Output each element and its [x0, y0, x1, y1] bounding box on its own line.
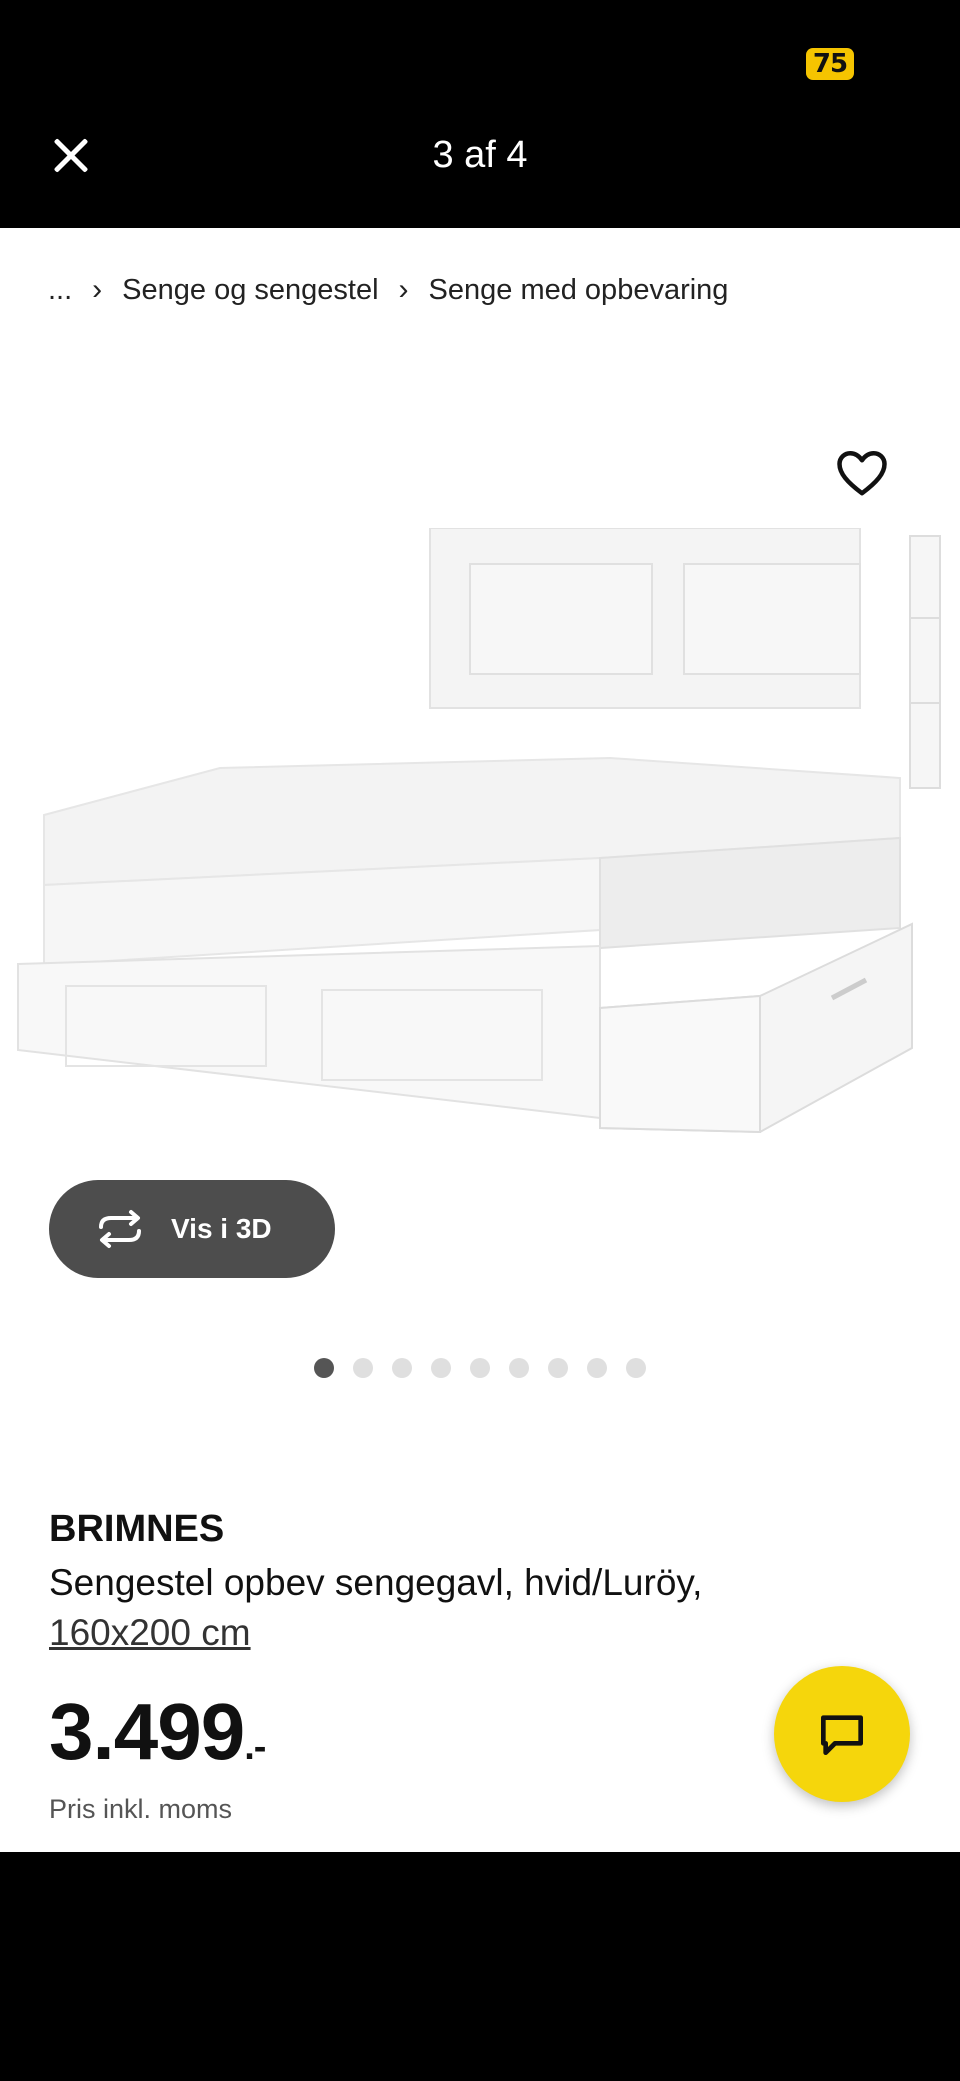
product-description-text: Sengestel opbev sengegavl, hvid/Luröy, — [49, 1562, 703, 1603]
breadcrumb: ... › Senge og sengestel › Senge med opb… — [48, 266, 728, 314]
image-counter: 3 af 4 — [432, 134, 528, 176]
pagination-dot[interactable] — [353, 1358, 373, 1378]
battery-indicator: 75 — [806, 48, 854, 80]
image-pagination-dots — [0, 1358, 960, 1378]
breadcrumb-ellipsis[interactable]: ... — [48, 274, 72, 307]
chevron-right-icon: › — [92, 273, 103, 306]
pagination-dot[interactable] — [626, 1358, 646, 1378]
product-image-bed — [17, 528, 941, 1134]
close-button[interactable] — [46, 130, 96, 180]
chevron-right-icon: › — [398, 273, 409, 306]
breadcrumb-item-beds[interactable]: Senge og sengestel — [122, 274, 378, 307]
pagination-dot[interactable] — [314, 1358, 334, 1378]
pagination-dot[interactable] — [470, 1358, 490, 1378]
product-panel: ... › Senge og sengestel › Senge med opb… — [0, 228, 960, 1852]
view-3d-label: Vis i 3D — [171, 1213, 272, 1244]
rotate-3d-icon — [99, 1210, 141, 1248]
pagination-dot[interactable] — [587, 1358, 607, 1378]
price-value: 3.499 — [49, 1687, 245, 1776]
viewer-header: 75 3 af 4 — [0, 0, 960, 228]
pagination-dot[interactable] — [509, 1358, 529, 1378]
breadcrumb-item-storage-beds[interactable]: Senge med opbevaring — [429, 274, 729, 307]
pagination-dot[interactable] — [548, 1358, 568, 1378]
pagination-dot[interactable] — [431, 1358, 451, 1378]
chat-bubble-icon — [821, 1715, 863, 1755]
price-suffix: .- — [244, 1726, 266, 1768]
price-note: Pris inkl. moms — [49, 1794, 233, 1824]
favorite-heart-icon[interactable] — [832, 442, 892, 502]
bottom-black-area — [0, 1852, 960, 2081]
product-description: Sengestel opbev sengegavl, hvid/Luröy, 1… — [49, 1558, 809, 1658]
product-brand: BRIMNES — [49, 1508, 225, 1550]
view-3d-button[interactable]: Vis i 3D — [49, 1180, 335, 1278]
chat-button[interactable] — [774, 1666, 910, 1802]
pagination-dot[interactable] — [392, 1358, 412, 1378]
product-size-link[interactable]: 160x200 cm — [49, 1612, 251, 1653]
product-price: 3.499.- — [49, 1686, 266, 1778]
